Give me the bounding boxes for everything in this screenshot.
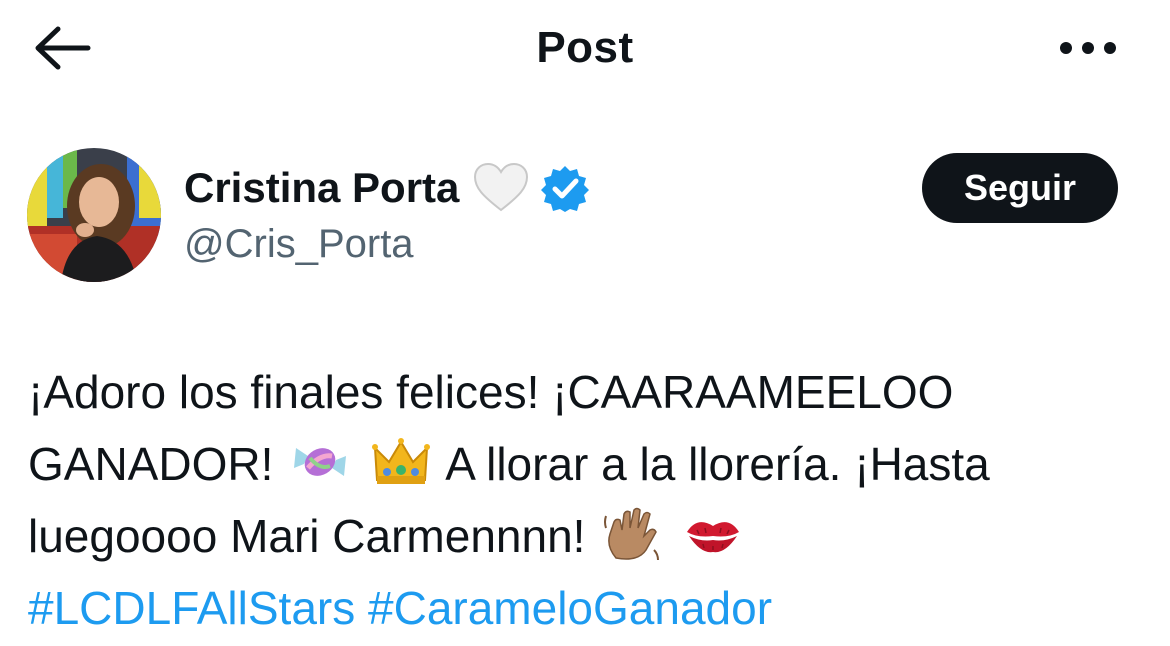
tweet-line: ¡Adoro los finales felices! ¡CAARAAMEELO… [28,356,1148,428]
more-options-button[interactable] [1056,28,1120,68]
tweet-line: luegoooo Mari Carmennnn! [28,500,1148,572]
author-handle[interactable]: @Cris_Porta [184,216,414,272]
hashtag-link[interactable]: #LCDLFAllStars [28,582,355,634]
tweet-text-segment: ¡Adoro los finales felices! ¡CAARAAMEELO… [28,366,954,418]
hashtag-link[interactable]: #CarameloGanador [368,582,772,634]
tweet-text-segment: luegoooo Mari Carmennnn! [28,510,586,562]
author-name-row: Cristina Porta [184,158,590,218]
verified-badge-icon[interactable] [541,164,590,212]
crown-icon [371,438,430,484]
tweet-text: ¡Adoro los finales felices! ¡CAARAAMEELO… [28,356,1148,644]
post-page: Post Cristina Porta @Cris_Porta Seguir ¡… [0,0,1170,646]
page-title: Post [536,23,634,72]
tweet-text-segment: A llorar a la llorería. ¡Hasta [445,438,990,490]
candy-icon [294,448,347,476]
author-display-name[interactable]: Cristina Porta [184,158,459,218]
top-bar: Post [0,0,1170,100]
waving-hand-icon [604,507,660,561]
tweet-line: #LCDLFAllStars #CarameloGanador [28,572,1148,644]
more-horizontal-icon [1060,42,1116,54]
white-heart-icon [474,162,529,212]
kiss-mark-icon [687,522,739,553]
follow-button[interactable]: Seguir [922,153,1118,223]
tweet-line: GANADOR! A llorar a la llorería. ¡Hasta [28,428,1148,500]
tweet-text-segment: GANADOR! [28,438,274,490]
profile-photo [27,148,161,282]
avatar[interactable] [27,148,161,282]
